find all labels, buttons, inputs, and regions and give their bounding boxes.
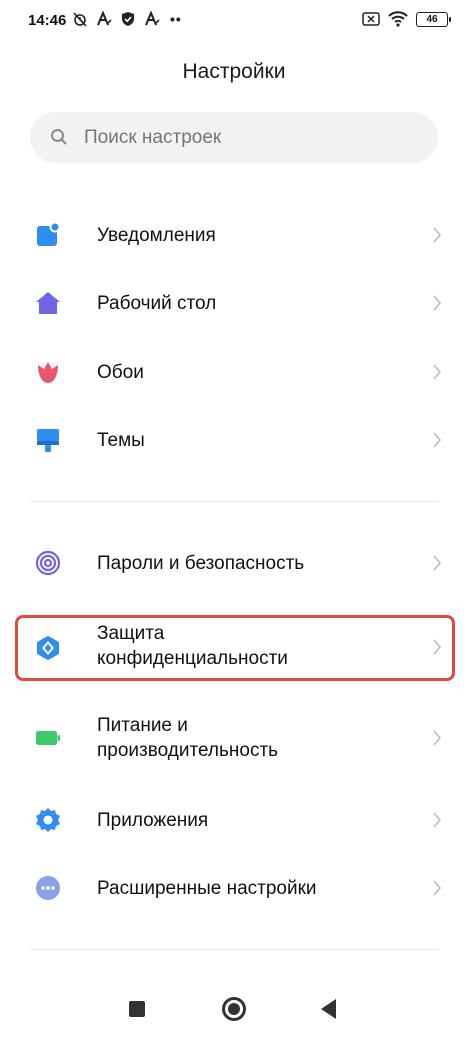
chevron-right-icon bbox=[433, 555, 442, 571]
settings-item-power-performance[interactable]: Питание и производительность bbox=[0, 707, 468, 769]
highlight-frame bbox=[15, 615, 455, 681]
search-icon bbox=[51, 129, 67, 145]
chevron-right-icon bbox=[433, 364, 442, 380]
sim-off-icon bbox=[362, 12, 380, 26]
gear-icon bbox=[36, 808, 60, 832]
notification-icon bbox=[37, 222, 61, 246]
brush-icon bbox=[37, 429, 59, 452]
settings-item-desktop[interactable]: Рабочий стол bbox=[0, 273, 468, 333]
settings-item-label: Пароли и безопасность bbox=[97, 553, 305, 574]
chevron-right-icon bbox=[433, 880, 442, 896]
more-dots-icon bbox=[36, 876, 60, 900]
chevron-right-icon bbox=[433, 812, 442, 828]
alarm-off-icon bbox=[73, 12, 87, 27]
section-divider bbox=[30, 501, 438, 502]
settings-item-label: Приложения bbox=[97, 810, 209, 831]
search-bar[interactable] bbox=[30, 112, 438, 163]
battery-level: 46 bbox=[426, 13, 438, 25]
more-notifications-icon: •• bbox=[170, 11, 182, 27]
shield-check-icon bbox=[122, 12, 134, 26]
tulip-icon bbox=[38, 362, 58, 383]
settings-item-passwords-security[interactable]: Пароли и безопасность bbox=[0, 533, 468, 593]
chevron-right-icon bbox=[433, 295, 442, 311]
recents-button[interactable] bbox=[129, 1001, 145, 1017]
settings-item-notifications[interactable]: Уведомления bbox=[0, 205, 468, 265]
chevron-right-icon bbox=[433, 227, 442, 243]
chevron-right-icon bbox=[433, 432, 442, 448]
settings-item-label: Расширенные настройки bbox=[97, 878, 317, 899]
search-input[interactable] bbox=[84, 112, 424, 163]
font-a-icon bbox=[97, 11, 112, 26]
home-button[interactable] bbox=[222, 997, 246, 1021]
settings-item-apps[interactable]: Приложения bbox=[0, 790, 468, 850]
settings-item-advanced-settings[interactable]: Расширенные настройки bbox=[0, 858, 468, 918]
section-divider bbox=[30, 949, 438, 950]
battery-icon bbox=[36, 731, 60, 745]
settings-item-label: Питание и производительность bbox=[97, 715, 279, 761]
page-title: Настройки bbox=[182, 60, 286, 83]
settings-item-themes[interactable]: Темы bbox=[0, 410, 468, 470]
chevron-right-icon bbox=[433, 730, 442, 746]
settings-item-label: Темы bbox=[97, 430, 145, 451]
settings-item-wallpapers[interactable]: Обои bbox=[0, 342, 468, 402]
fingerprint-icon bbox=[35, 550, 61, 576]
status-time: 14:46 bbox=[28, 12, 67, 29]
settings-item-label: Рабочий стол bbox=[97, 293, 217, 314]
navigation-bar bbox=[0, 980, 468, 1040]
status-bar: 14:46 •• 46 bbox=[0, 0, 468, 44]
wifi-icon bbox=[388, 11, 408, 27]
status-icons-left: •• bbox=[72, 11, 182, 27]
settings-item-label: Обои bbox=[97, 362, 144, 383]
home-icon bbox=[36, 292, 60, 314]
font-a-icon bbox=[145, 11, 160, 26]
back-button[interactable] bbox=[321, 999, 336, 1019]
settings-item-label: Уведомления bbox=[97, 225, 216, 246]
status-icons-right: 46 bbox=[362, 11, 451, 27]
battery-indicator: 46 bbox=[416, 11, 451, 27]
